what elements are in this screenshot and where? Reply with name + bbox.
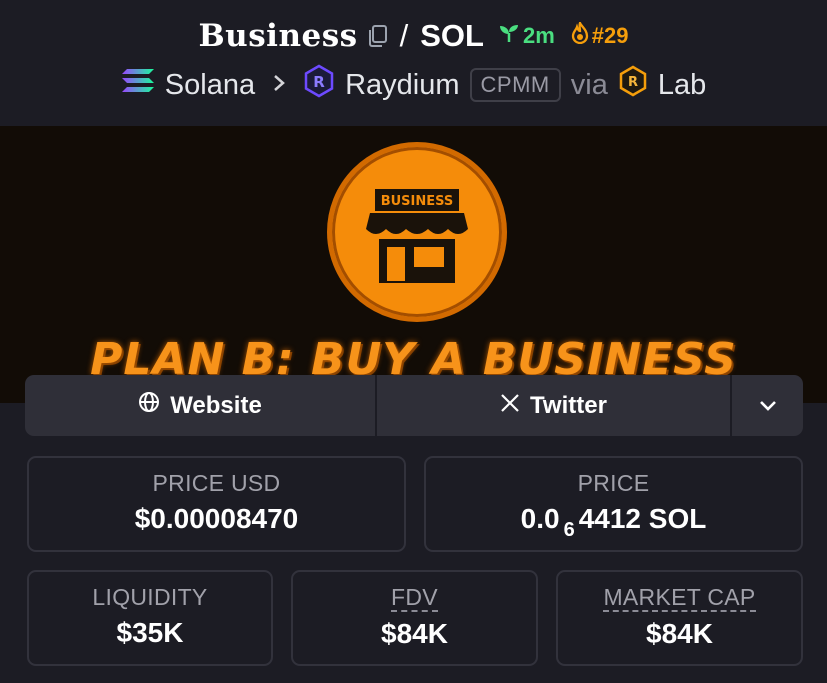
more-links-button[interactable] — [732, 375, 803, 436]
token-logo: BUSINESS — [327, 142, 507, 322]
flame-icon — [571, 20, 589, 50]
price-usd-value: $0.00008470 — [134, 503, 299, 534]
website-button[interactable]: Website — [25, 375, 377, 436]
price-usd-card: PRICE USD $0.00008470 — [27, 456, 406, 552]
pair-header: Business / SOL 2m #29 Solana R Raydium C… — [0, 0, 827, 126]
market-cap-label: MARKET CAP — [603, 584, 756, 612]
price-native-card: PRICE 0.0 6 4412 SOL — [424, 456, 803, 552]
price-usd-label: PRICE USD — [152, 470, 281, 496]
x-icon — [500, 392, 520, 420]
launchpad-name[interactable]: Lab — [658, 69, 706, 102]
sign-text: BUSINESS — [381, 194, 454, 209]
pair-title-row: Business / SOL 2m #29 — [0, 18, 827, 54]
globe-icon — [138, 391, 160, 420]
storefront-icon: BUSINESS — [366, 189, 468, 283]
twitter-label: Twitter — [530, 391, 607, 419]
quote-token-name: SOL — [420, 18, 484, 53]
website-label: Website — [170, 391, 262, 419]
base-token-name: Business — [198, 18, 358, 54]
pool-type-badge: CPMM — [469, 68, 561, 102]
price-native-zero-count: 6 — [563, 519, 575, 541]
price-native-suffix: 4412 SOL — [578, 503, 707, 534]
trending-rank-badge[interactable]: #29 — [571, 20, 629, 50]
fdv-value: $84K — [381, 618, 448, 649]
lab-logo-icon: R — [618, 65, 648, 105]
trending-rank: #29 — [591, 23, 629, 48]
price-native-label: PRICE — [577, 470, 650, 496]
chain-breadcrumb: Solana R Raydium CPMM via R Lab — [0, 64, 827, 106]
via-label: via — [570, 68, 608, 101]
liquidity-label: LIQUIDITY — [92, 584, 208, 610]
pair-separator: / — [399, 18, 409, 53]
chevron-right-icon — [271, 70, 287, 101]
solana-logo-icon — [121, 67, 155, 103]
twitter-button[interactable]: Twitter — [377, 375, 732, 436]
dex-name[interactable]: Raydium — [345, 69, 459, 102]
price-native-prefix: 0.0 — [520, 503, 560, 534]
token-banner: BUSINESS PLAN B: BUY A BUSINESS — [0, 126, 827, 403]
fdv-label: FDV — [391, 584, 438, 612]
raydium-logo-icon: R — [303, 64, 335, 106]
social-links-bar: Website Twitter — [25, 375, 803, 436]
fdv-card[interactable]: FDV $84K — [291, 570, 538, 666]
liquidity-value: $35K — [116, 617, 184, 648]
chevron-down-icon — [758, 392, 778, 420]
svg-text:R: R — [313, 73, 325, 91]
market-cap-value: $84K — [646, 618, 713, 649]
seedling-icon — [498, 23, 520, 49]
pair-age-badge: 2m — [498, 23, 555, 49]
svg-text:R: R — [628, 75, 638, 90]
liquidity-card: LIQUIDITY $35K — [27, 570, 273, 666]
pair-age: 2m — [522, 23, 555, 48]
price-native-value: 0.0 6 4412 SOL — [426, 503, 801, 541]
market-cap-card[interactable]: MARKET CAP $84K — [556, 570, 803, 666]
chain-name[interactable]: Solana — [165, 69, 255, 102]
copy-icon[interactable] — [366, 24, 388, 48]
